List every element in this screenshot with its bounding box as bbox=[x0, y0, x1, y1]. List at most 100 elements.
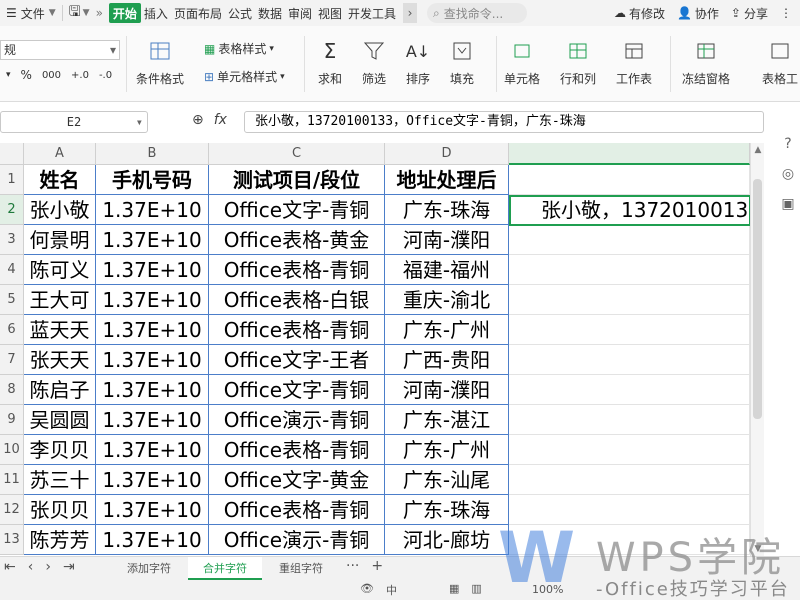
row-header[interactable]: 10 bbox=[0, 435, 24, 465]
chevron-down-icon[interactable]: ▼ bbox=[83, 8, 90, 18]
name-box[interactable]: E2 ▾ bbox=[0, 111, 148, 133]
row-header[interactable]: 3 bbox=[0, 225, 24, 255]
sum-button[interactable]: Σ 求和 bbox=[318, 39, 342, 87]
table-cell[interactable]: 1.37E+10 bbox=[96, 495, 209, 525]
table-style-button[interactable]: ▦ 表格样式 ▾ bbox=[204, 40, 274, 57]
empty-cell[interactable] bbox=[509, 255, 750, 285]
zoom-level[interactable]: 100% bbox=[532, 583, 563, 596]
table-cell[interactable]: 张贝贝 bbox=[24, 495, 96, 525]
sheet-tab-reorg-chars[interactable]: 重组字符 bbox=[262, 557, 340, 580]
active-cell-e2[interactable]: 张小敬，13720100133 bbox=[509, 195, 750, 226]
zoom-icon[interactable]: ⊕ bbox=[192, 112, 204, 128]
panel-icon[interactable]: ▣ bbox=[781, 196, 794, 212]
table-cell[interactable]: 广东-汕尾 bbox=[385, 465, 509, 495]
table-cell[interactable]: Office表格-青铜 bbox=[209, 495, 385, 525]
table-cell[interactable]: 1.37E+10 bbox=[96, 255, 209, 285]
column-header-e[interactable] bbox=[509, 143, 750, 165]
tab-view[interactable]: 视图 bbox=[315, 0, 345, 26]
column-header-a[interactable]: A bbox=[24, 143, 96, 165]
table-cell[interactable]: 陈可义 bbox=[24, 255, 96, 285]
input-method-icon[interactable]: 中 bbox=[386, 582, 397, 598]
empty-cell[interactable] bbox=[509, 525, 750, 555]
cell-style-button[interactable]: ⊞ 单元格样式 ▾ bbox=[204, 68, 285, 85]
table-cell[interactable]: 1.37E+10 bbox=[96, 225, 209, 255]
save-icon[interactable]: 🖫 bbox=[69, 1, 81, 25]
file-menu[interactable]: ☰ 文件 ▼ bbox=[0, 0, 56, 26]
decrease-decimal-button[interactable]: -.0 bbox=[99, 70, 112, 81]
header-cell[interactable]: 手机号码 bbox=[96, 165, 209, 195]
row-header[interactable]: 11 bbox=[0, 465, 24, 495]
row-header[interactable]: 13 bbox=[0, 525, 24, 555]
table-cell[interactable]: Office文字-黄金 bbox=[209, 465, 385, 495]
page-layout-view-icon[interactable]: ▥ bbox=[471, 582, 481, 598]
row-header[interactable]: 4 bbox=[0, 255, 24, 285]
row-header[interactable]: 12 bbox=[0, 495, 24, 525]
normal-view-icon[interactable]: ▦ bbox=[449, 582, 459, 598]
table-cell[interactable]: Office表格-白银 bbox=[209, 285, 385, 315]
column-header-d[interactable]: D bbox=[385, 143, 509, 165]
settings-icon[interactable]: ◎ bbox=[782, 166, 794, 182]
share-button[interactable]: ⇪ 分享 bbox=[731, 5, 768, 22]
vertical-scrollbar[interactable]: ▲ ▼ bbox=[750, 143, 764, 556]
table-cell[interactable]: Office演示-青铜 bbox=[209, 405, 385, 435]
table-cell[interactable]: 广东-珠海 bbox=[385, 195, 509, 225]
row-header[interactable]: 5 bbox=[0, 285, 24, 315]
table-cell[interactable]: 1.37E+10 bbox=[96, 375, 209, 405]
tab-page-layout[interactable]: 页面布局 bbox=[171, 0, 225, 26]
table-cell[interactable]: 苏三十 bbox=[24, 465, 96, 495]
thousands-button[interactable]: 000 bbox=[42, 70, 61, 81]
fx-icon[interactable]: fx bbox=[214, 112, 227, 128]
prev-sheet-icon[interactable]: ‹ bbox=[28, 559, 34, 575]
table-cell[interactable]: 广西-贵阳 bbox=[385, 345, 509, 375]
tab-review[interactable]: 审阅 bbox=[285, 0, 315, 26]
table-cell[interactable]: 何景明 bbox=[24, 225, 96, 255]
empty-cell[interactable] bbox=[509, 495, 750, 525]
scroll-down-icon[interactable]: ▼ bbox=[751, 542, 765, 556]
column-header-b[interactable]: B bbox=[96, 143, 209, 165]
column-header-c[interactable]: C bbox=[209, 143, 385, 165]
table-cell[interactable]: 1.37E+10 bbox=[96, 195, 209, 225]
row-header[interactable]: 6 bbox=[0, 315, 24, 345]
table-cell[interactable]: 1.37E+10 bbox=[96, 435, 209, 465]
command-search[interactable]: ⌕ 查找命令... bbox=[427, 3, 528, 23]
table-cell[interactable]: 广东-珠海 bbox=[385, 495, 509, 525]
table-cell[interactable]: 陈芳芳 bbox=[24, 525, 96, 555]
table-cell[interactable]: 重庆-渝北 bbox=[385, 285, 509, 315]
tab-developer[interactable]: 开发工具 bbox=[345, 0, 399, 26]
table-cell[interactable]: Office文字-王者 bbox=[209, 345, 385, 375]
table-cell[interactable]: Office文字-青铜 bbox=[209, 375, 385, 405]
table-cell[interactable]: 1.37E+10 bbox=[96, 315, 209, 345]
empty-cell[interactable] bbox=[509, 375, 750, 405]
table-cell[interactable]: 1.37E+10 bbox=[96, 405, 209, 435]
table-cell[interactable]: 张天天 bbox=[24, 345, 96, 375]
currency-dropdown-icon[interactable]: ▾ bbox=[6, 70, 11, 80]
table-cell[interactable]: 广东-广州 bbox=[385, 435, 509, 465]
table-cell[interactable]: Office文字-青铜 bbox=[209, 195, 385, 225]
tab-data[interactable]: 数据 bbox=[255, 0, 285, 26]
table-cell[interactable]: 李贝贝 bbox=[24, 435, 96, 465]
row-header[interactable]: 2 bbox=[0, 195, 24, 225]
empty-cell[interactable] bbox=[509, 345, 750, 375]
collaborate-button[interactable]: 👤 协作 bbox=[677, 5, 719, 22]
more-icon[interactable]: » bbox=[96, 6, 103, 20]
last-sheet-icon[interactable]: ⇥ bbox=[63, 559, 75, 575]
table-cell[interactable]: 河北-廊坊 bbox=[385, 525, 509, 555]
scroll-thumb[interactable] bbox=[753, 179, 762, 419]
more-sheets-icon[interactable]: ··· bbox=[346, 558, 359, 574]
scroll-up-icon[interactable]: ▲ bbox=[751, 143, 765, 157]
cell-button[interactable]: 单元格 bbox=[504, 40, 540, 87]
row-header[interactable]: 1 bbox=[0, 165, 24, 195]
next-sheet-icon[interactable]: › bbox=[45, 559, 51, 575]
font-name-select[interactable]: 规 ▾ bbox=[0, 40, 120, 60]
conditional-format-button[interactable]: 条件格式 bbox=[136, 40, 184, 87]
eye-protection-icon[interactable]: 👁 bbox=[360, 582, 374, 598]
row-header[interactable]: 7 bbox=[0, 345, 24, 375]
sort-button[interactable]: A↓ 排序 bbox=[406, 40, 430, 87]
modified-button[interactable]: ☁ 有修改 bbox=[614, 5, 665, 22]
spreadsheet-grid[interactable]: A B C D 1 姓名 手机号码 测试项目/段位 地址处理后 2 张小敬 1.37E+10 O… bbox=[0, 143, 750, 556]
table-cell[interactable]: 河南-濮阳 bbox=[385, 375, 509, 405]
table-cell[interactable]: Office表格-青铜 bbox=[209, 255, 385, 285]
row-column-button[interactable]: 行和列 bbox=[560, 40, 596, 87]
sheet-tab-merge-chars[interactable]: 合并字符 bbox=[188, 557, 262, 580]
percent-button[interactable]: % bbox=[21, 68, 32, 82]
